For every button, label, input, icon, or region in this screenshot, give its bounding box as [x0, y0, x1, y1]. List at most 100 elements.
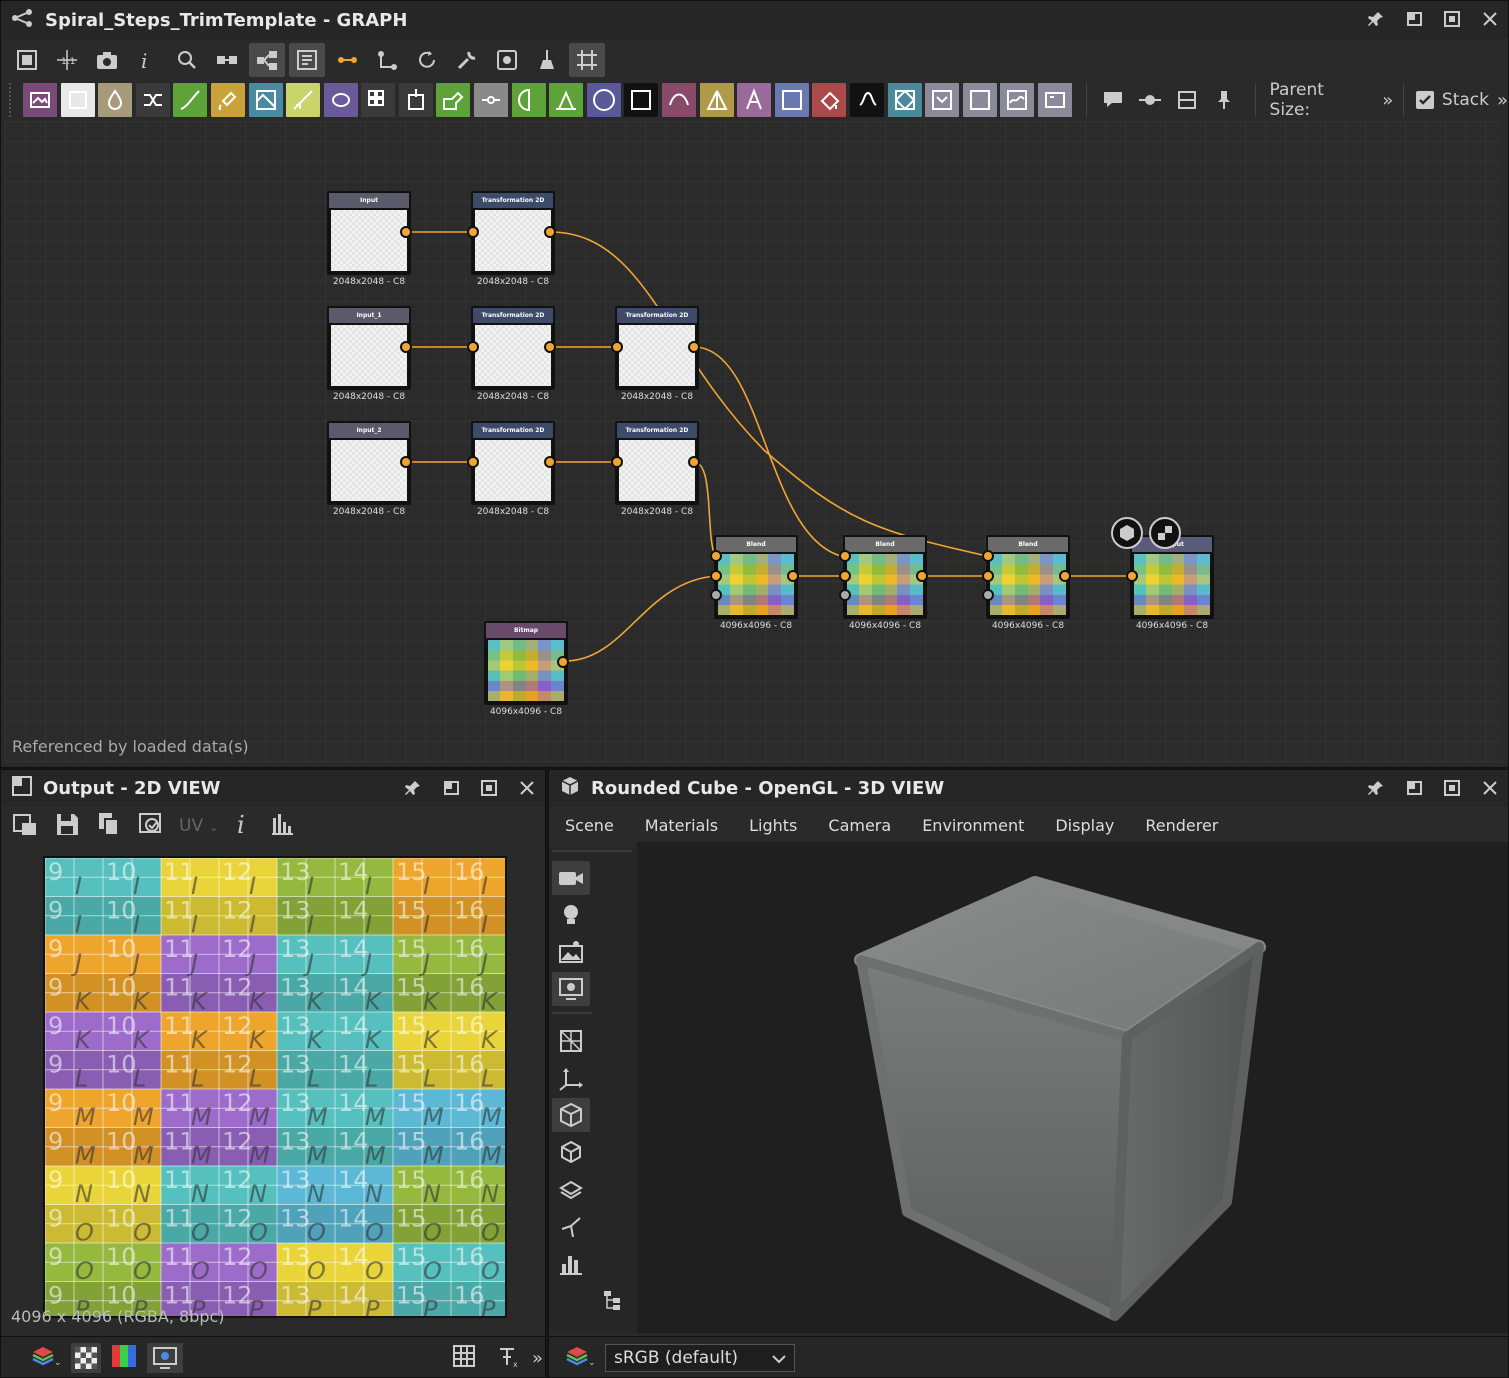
input-port[interactable] — [710, 589, 722, 601]
maximize-icon[interactable] — [1442, 778, 1462, 798]
connect-icon[interactable] — [369, 43, 405, 77]
output-port[interactable] — [400, 226, 412, 238]
search-icon[interactable] — [169, 43, 205, 77]
bitmap-node-icon[interactable] — [22, 83, 57, 117]
input-port[interactable] — [982, 550, 994, 562]
noise-node-icon[interactable] — [624, 83, 659, 117]
menu-renderer[interactable]: Renderer — [1145, 816, 1218, 835]
input-port[interactable] — [467, 226, 479, 238]
pin-icon[interactable] — [1366, 778, 1386, 798]
sample-tool-icon[interactable]: x — [496, 1343, 522, 1373]
display-monitor-icon[interactable] — [552, 972, 590, 1006]
output-port[interactable] — [688, 341, 700, 353]
output-port[interactable] — [1059, 570, 1071, 582]
graph-node[interactable]: Blend — [714, 535, 798, 619]
bounding-box-icon[interactable] — [552, 1135, 590, 1169]
curve-node-icon[interactable] — [173, 83, 208, 117]
graph-layout-icon[interactable] — [249, 43, 285, 77]
input-port[interactable] — [1126, 570, 1138, 582]
colorspace-select[interactable]: sRGB (default) — [605, 1344, 795, 1372]
lightbulb-icon[interactable] — [552, 898, 590, 932]
close-icon[interactable] — [1480, 9, 1500, 29]
display-icon[interactable] — [489, 43, 525, 77]
axis-gizmo-icon[interactable] — [552, 1061, 590, 1095]
dot-icon[interactable] — [1134, 83, 1167, 117]
output-port[interactable] — [544, 226, 556, 238]
input-port[interactable] — [710, 570, 722, 582]
rgb-channels-icon[interactable] — [111, 1344, 137, 1372]
comment-frame-icon[interactable] — [289, 43, 325, 77]
input-port[interactable] — [839, 570, 851, 582]
warp-node-icon[interactable] — [248, 83, 283, 117]
uv-dropdown[interactable]: UV ⌄ — [179, 816, 218, 836]
emboss-node-icon[interactable] — [398, 83, 433, 117]
uniform-color-node-icon[interactable] — [60, 83, 95, 117]
comment-icon[interactable] — [1097, 83, 1130, 117]
graph-node[interactable]: Input_2 — [327, 421, 411, 505]
fx-map-node-icon[interactable] — [850, 83, 884, 117]
output-port[interactable] — [400, 456, 412, 468]
selection-node-icon[interactable] — [774, 83, 809, 117]
graph-node[interactable]: Transformation 2D — [615, 306, 699, 390]
menu-materials[interactable]: Materials — [645, 816, 718, 835]
fit-view-icon[interactable] — [11, 810, 39, 842]
statistics-icon[interactable] — [552, 1246, 590, 1280]
info-icon[interactable]: i — [232, 810, 254, 842]
output-port[interactable] — [544, 341, 556, 353]
scene-tree-icon[interactable] — [594, 1283, 632, 1317]
save-icon[interactable] — [53, 810, 81, 842]
view-2d-node-icon[interactable] — [1149, 517, 1181, 549]
frame-1to1-button[interactable]: 1:1 — [49, 43, 85, 77]
frame-all-button[interactable] — [9, 43, 45, 77]
layers-3d-icon[interactable] — [552, 1172, 590, 1206]
graph-node[interactable]: Transformation 2D — [471, 421, 555, 505]
close-icon[interactable] — [1480, 778, 1500, 798]
view-3d-node-icon[interactable] — [1111, 517, 1143, 549]
wrench-icon[interactable] — [449, 43, 485, 77]
float-window-icon[interactable] — [441, 778, 461, 798]
input-port[interactable] — [982, 570, 994, 582]
display-settings-icon[interactable] — [147, 1343, 183, 1373]
pin-icon[interactable] — [403, 778, 423, 798]
light-direction-icon[interactable] — [552, 1209, 590, 1243]
graph-canvas[interactable]: Input 2048x2048 - C8 Transformation 2D 2048… — [5, 121, 1501, 763]
frame-node-icon[interactable] — [1037, 83, 1072, 117]
align-icon[interactable] — [209, 43, 245, 77]
pattern-node-icon[interactable] — [925, 83, 960, 117]
mirror-node-icon[interactable] — [699, 83, 734, 117]
transform-node-icon[interactable] — [887, 83, 922, 117]
paint-node-icon[interactable] — [210, 83, 245, 117]
stack-expand-icon[interactable]: » — [1497, 90, 1508, 111]
toolbar-grip[interactable] — [9, 83, 15, 117]
refresh-view-icon[interactable] — [137, 810, 165, 842]
gradient-node-icon[interactable] — [962, 83, 997, 117]
output-port[interactable] — [544, 456, 556, 468]
text-node-icon[interactable] — [737, 83, 772, 117]
graph-node[interactable]: Transformation 2D — [471, 191, 555, 275]
grid-icon[interactable] — [452, 1344, 476, 1372]
graph-node[interactable]: Transformation 2D — [615, 421, 699, 505]
input-port[interactable] — [611, 456, 623, 468]
layers-icon[interactable]: ⌄ — [565, 1343, 596, 1373]
menu-lights[interactable]: Lights — [749, 816, 797, 835]
graph-node[interactable]: Output — [1130, 535, 1214, 619]
fill-node-icon[interactable] — [812, 83, 847, 117]
graph-node[interactable]: Input_1 — [327, 306, 411, 390]
float-window-icon[interactable] — [1404, 778, 1424, 798]
input-port[interactable] — [467, 341, 479, 353]
view3d-viewport[interactable] — [637, 842, 1508, 1333]
output-port[interactable] — [400, 341, 412, 353]
levels-node-icon[interactable] — [98, 83, 133, 117]
environment-icon[interactable] — [552, 935, 590, 969]
view2d-canvas[interactable]: 9 I 10 I 11 I 12 I 13 I 14 I 15 I 16 I 9 I 10 I 11 I 12 I 13 I 14 I… — [5, 848, 545, 1336]
link-node-icon[interactable] — [474, 83, 509, 117]
snap-grid-icon[interactable] — [569, 43, 605, 77]
spline-node-icon[interactable] — [662, 83, 697, 117]
shape-node-icon[interactable] — [323, 83, 358, 117]
layers-icon[interactable]: ⌄ — [31, 1343, 62, 1373]
input-port[interactable] — [839, 550, 851, 562]
output-port[interactable] — [916, 570, 928, 582]
menu-scene[interactable]: Scene — [565, 816, 614, 835]
waveform-node-icon[interactable] — [1000, 83, 1035, 117]
pin-icon[interactable] — [1366, 9, 1386, 29]
